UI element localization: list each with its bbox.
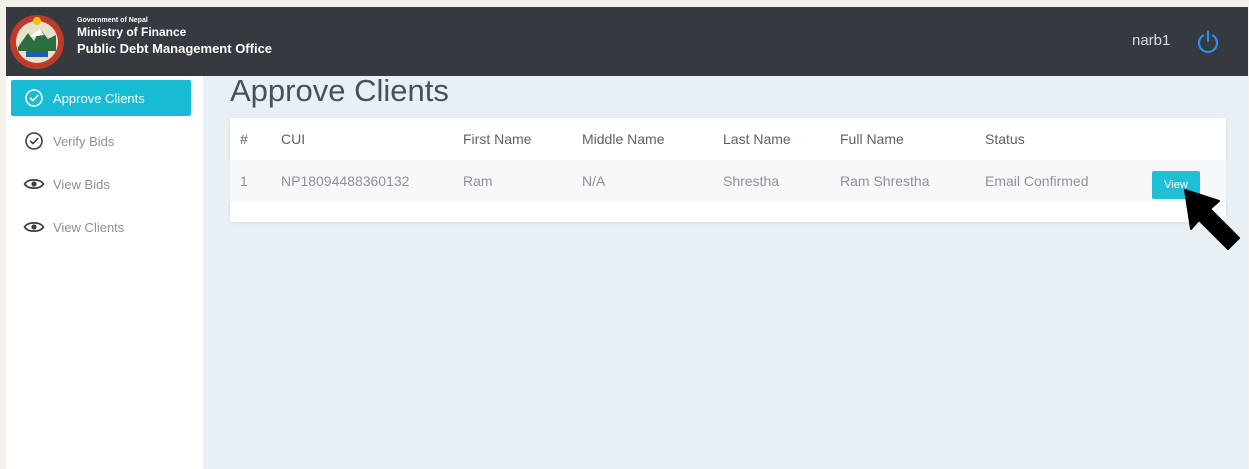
top-navbar: Government of Nepal Ministry of Finance …: [6, 7, 1248, 76]
last-name-cell: Shrestha: [723, 173, 780, 189]
sidebar-item-view-clients[interactable]: View Clients: [11, 209, 191, 245]
table-header-row: # CUI First Name Middle Name Last Name F…: [230, 118, 1226, 160]
office-label: Public Debt Management Office: [77, 41, 273, 56]
sidebar-item-label: View Bids: [53, 176, 110, 192]
middle-name-cell: N/A: [582, 173, 606, 189]
eye-icon: [23, 173, 45, 195]
status-cell: Email Confirmed: [985, 173, 1089, 189]
check-circle-icon: [23, 130, 45, 152]
column-header: CUI: [281, 131, 306, 147]
clients-table: # CUI First Name Middle Name Last Name F…: [230, 118, 1226, 222]
page-title: Approve Clients: [230, 73, 449, 108]
sidebar: Approve Clients Verify Bids View Bids Vi…: [6, 76, 203, 469]
sidebar-item-approve-clients[interactable]: Approve Clients: [11, 80, 191, 116]
sidebar-item-verify-bids[interactable]: Verify Bids: [11, 123, 191, 159]
brand-block: Government of Nepal Ministry of Finance …: [77, 16, 272, 57]
sidebar-item-label: Approve Clients: [53, 90, 145, 106]
column-header: Middle Name: [582, 131, 665, 147]
sidebar-item-label: View Clients: [53, 219, 125, 235]
eye-icon: [23, 216, 45, 238]
pointer-arrow-icon: [1184, 189, 1240, 250]
column-header: #: [240, 131, 248, 147]
row-index: 1: [240, 173, 248, 189]
cui-cell: NP18094488360132: [281, 173, 410, 189]
app-window: Government of Nepal Ministry of Finance …: [6, 7, 1248, 469]
sidebar-item-label: Verify Bids: [53, 133, 115, 149]
column-header: Full Name: [840, 131, 904, 147]
column-header: Status: [985, 131, 1025, 147]
sidebar-item-view-bids[interactable]: View Bids: [11, 166, 191, 202]
username: narb1: [1132, 32, 1171, 49]
gov-label: Government of Nepal: [77, 17, 148, 24]
column-header: Last Name: [723, 131, 791, 147]
table-row: 1 NP18094488360132 Ram N/A Shrestha Ram …: [230, 160, 1226, 202]
power-icon[interactable]: [1195, 29, 1221, 55]
full-name-cell: Ram Shrestha: [840, 173, 930, 189]
column-header: First Name: [463, 131, 532, 147]
ministry-label: Ministry of Finance: [77, 25, 187, 39]
first-name-cell: Ram: [463, 173, 493, 189]
nepal-emblem-logo: [10, 15, 64, 69]
check-circle-icon: [23, 87, 45, 109]
